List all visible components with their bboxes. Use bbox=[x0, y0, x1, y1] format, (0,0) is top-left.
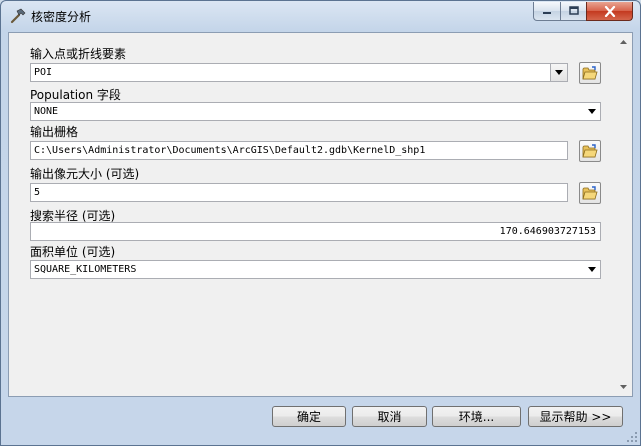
area-units-value: SQUARE_KILOMETERS bbox=[34, 264, 137, 275]
open-folder-icon bbox=[582, 66, 598, 80]
area-units-dropdown-arrow[interactable] bbox=[583, 261, 600, 278]
close-icon bbox=[604, 5, 615, 17]
minimize-button[interactable] bbox=[533, 2, 561, 21]
show-help-button[interactable]: 显示帮助 >> bbox=[528, 406, 623, 427]
window-title: 核密度分析 bbox=[31, 10, 92, 24]
maximize-button[interactable] bbox=[560, 2, 587, 21]
maximize-icon bbox=[568, 6, 579, 15]
input-features-browse-button[interactable] bbox=[579, 62, 601, 84]
resize-grip-icon[interactable] bbox=[626, 431, 638, 443]
search-radius-value: 170.646903727153 bbox=[499, 226, 596, 237]
area-units-combo[interactable]: SQUARE_KILOMETERS bbox=[30, 260, 601, 279]
input-features-dropdown-arrow[interactable] bbox=[550, 64, 567, 81]
chevron-down-icon bbox=[587, 267, 596, 272]
cell-size-input[interactable]: 5 bbox=[30, 183, 568, 202]
area-units-label: 面积单位 (可选) bbox=[30, 245, 116, 259]
open-folder-icon bbox=[582, 144, 598, 158]
cell-size-browse-button[interactable] bbox=[579, 182, 601, 204]
open-folder-icon bbox=[582, 186, 598, 200]
chevron-down-icon bbox=[587, 109, 596, 114]
population-field-dropdown-arrow[interactable] bbox=[583, 103, 600, 120]
scroll-up-button[interactable] bbox=[619, 39, 628, 45]
scroll-up-icon bbox=[620, 40, 627, 44]
chevron-down-icon bbox=[555, 70, 563, 75]
cell-size-label: 输出像元大小 (可选) bbox=[30, 167, 140, 181]
tool-dialog-window: 核密度分析 输入点或折线要素 POI Population 字段 NONE 输出… bbox=[0, 0, 641, 446]
scroll-down-button[interactable] bbox=[619, 384, 628, 390]
cancel-button[interactable]: 取消 bbox=[352, 406, 427, 427]
title-bar[interactable]: 核密度分析 bbox=[1, 1, 640, 31]
hammer-icon bbox=[10, 8, 26, 24]
input-features-value: POI bbox=[34, 67, 53, 78]
minimize-icon bbox=[543, 12, 551, 14]
population-field-value: NONE bbox=[34, 106, 59, 117]
search-radius-input[interactable]: 170.646903727153 bbox=[30, 222, 601, 241]
cell-size-value: 5 bbox=[34, 187, 41, 198]
input-features-label: 输入点或折线要素 bbox=[30, 47, 127, 61]
close-button[interactable] bbox=[586, 2, 633, 21]
output-raster-value: C:\Users\Administrator\Documents\ArcGIS\… bbox=[34, 145, 426, 156]
population-field-label: Population 字段 bbox=[30, 88, 121, 102]
vertical-scrollbar[interactable] bbox=[615, 33, 632, 396]
environments-button[interactable]: 环境... bbox=[432, 406, 521, 427]
output-raster-browse-button[interactable] bbox=[579, 140, 601, 162]
output-raster-input[interactable]: C:\Users\Administrator\Documents\ArcGIS\… bbox=[30, 141, 568, 160]
scroll-down-icon bbox=[620, 385, 627, 389]
output-raster-label: 输出栅格 bbox=[30, 125, 79, 139]
population-field-combo[interactable]: NONE bbox=[30, 102, 601, 121]
input-features-combo[interactable]: POI bbox=[30, 63, 568, 82]
parameters-panel: 输入点或折线要素 POI Population 字段 NONE 输出栅格 C:\ bbox=[8, 32, 633, 397]
ok-button[interactable]: 确定 bbox=[272, 406, 346, 427]
